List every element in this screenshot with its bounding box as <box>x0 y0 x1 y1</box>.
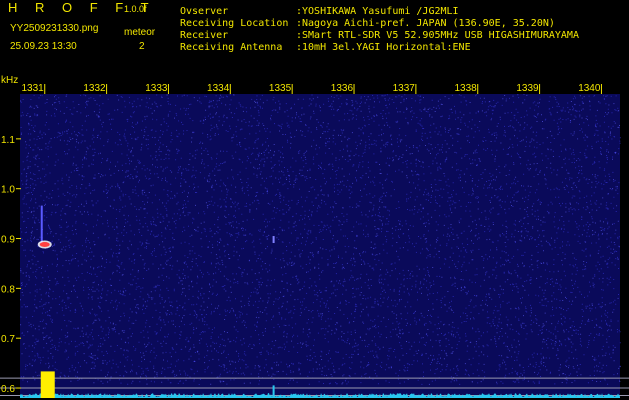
x-axis-ticks: 1331 1332 1333 1334 1335 1336 1337 1338 1339 1340 <box>21 83 602 94</box>
y-tick-label: 0.8 <box>1 284 15 295</box>
spectrogram-screen: H R O F F T 1.0.0f YY2509231330.png mete… <box>0 0 629 400</box>
y-tick-label: 1.0 <box>1 185 15 196</box>
x-tick-label: 1336 <box>331 83 354 94</box>
x-tick-label: 1333 <box>145 83 168 94</box>
meteor-head <box>272 236 275 244</box>
level-trace-peak <box>272 385 275 398</box>
x-tick-label: 1338 <box>454 83 477 94</box>
y-axis-label: kHz <box>1 75 18 86</box>
y-tick-label: 1.1 <box>1 135 15 146</box>
y-tick-label: 0.6 <box>1 384 15 395</box>
level-trace-peak <box>40 371 55 398</box>
meteor-echo <box>272 236 275 244</box>
x-tick-label: 1335 <box>269 83 292 94</box>
x-tick-label: 1332 <box>83 83 106 94</box>
meteor-head <box>39 242 50 248</box>
y-tick-label: 0.7 <box>1 334 15 345</box>
x-tick-label: 1331 <box>21 83 44 94</box>
y-axis-ticks: 1.1 1.0 0.9 0.8 0.7 0.6 <box>1 135 21 395</box>
x-tick-label: 1340 <box>578 83 601 94</box>
x-tick-label: 1339 <box>516 83 539 94</box>
x-tick-label: 1337 <box>393 83 416 94</box>
y-tick-label: 0.9 <box>1 235 15 246</box>
spectrogram-plot: 1331 1332 1333 1334 1335 1336 1337 1338 1339 1340… <box>0 75 629 398</box>
spectrogram-background <box>20 94 620 398</box>
x-tick-label: 1334 <box>207 83 230 94</box>
